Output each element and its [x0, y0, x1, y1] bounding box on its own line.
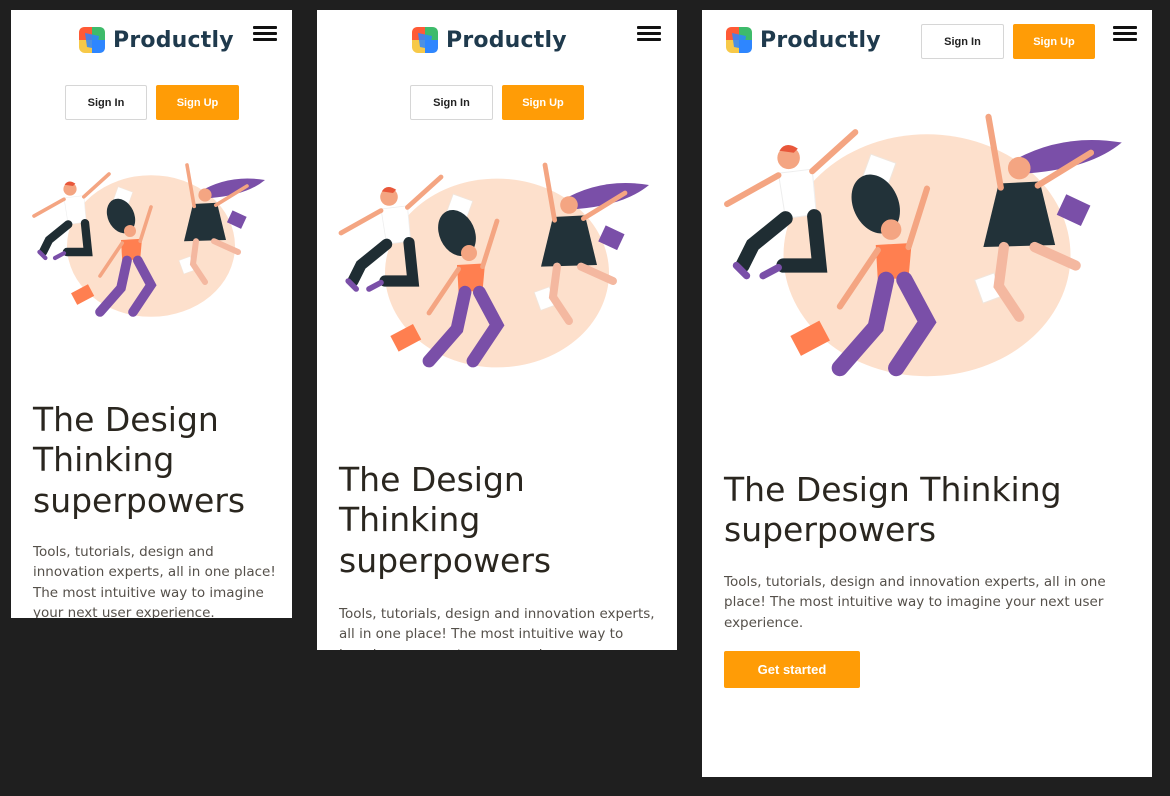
sign-up-button[interactable]: Sign Up	[1013, 24, 1095, 59]
sign-in-button[interactable]: Sign In	[65, 85, 147, 120]
brand-name: Productly	[113, 27, 234, 53]
hero-description: Tools, tutorials, design and innovation …	[339, 606, 655, 650]
brand-logo[interactable]: Productly	[412, 27, 567, 53]
mobile-frame-small: Productly Sign In Sign Up The Design Thi…	[11, 10, 292, 618]
sign-up-button[interactable]: Sign Up	[156, 85, 239, 120]
hero-title-line: Thinking	[339, 500, 481, 540]
hero-title-line: The Design Thinking	[724, 470, 1062, 509]
hero-description: Tools, tutorials, design and innovation …	[724, 574, 1106, 631]
hero-illustration	[31, 145, 271, 335]
brand-name: Productly	[446, 27, 567, 53]
hero-title-line: The Design	[339, 460, 525, 499]
hero-title: The Design Thinking superpowers	[33, 400, 245, 521]
hero-title-line: superpowers	[33, 480, 246, 520]
hero-title-line: superpowers	[339, 540, 552, 580]
hamburger-menu-icon[interactable]	[637, 26, 661, 42]
mobile-frame-large: Productly Sign In Sign Up The Design Thi…	[702, 10, 1152, 777]
logo-icon	[726, 27, 752, 53]
hamburger-menu-icon[interactable]	[253, 26, 277, 42]
brand-logo[interactable]: Productly	[79, 27, 234, 53]
logo-icon	[79, 27, 105, 53]
brand-name: Productly	[760, 27, 881, 53]
get-started-button[interactable]: Get started	[724, 651, 860, 688]
hero-illustration	[337, 145, 657, 385]
hero-title-line: Thinking	[33, 440, 175, 480]
hero-title-line: The Design	[33, 400, 219, 439]
sign-in-button[interactable]: Sign In	[921, 24, 1004, 59]
hero-title: The Design Thinking superpowers	[724, 470, 1062, 551]
hero-title: The Design Thinking superpowers	[339, 460, 551, 581]
hero-illustration	[722, 90, 1132, 400]
hamburger-menu-icon[interactable]	[1113, 26, 1137, 42]
hero-description: Tools, tutorials, design and innovation …	[33, 544, 276, 618]
mobile-frame-medium: Productly Sign In Sign Up The Design Thi…	[317, 10, 677, 650]
sign-in-button[interactable]: Sign In	[410, 85, 493, 120]
brand-logo[interactable]: Productly	[726, 27, 881, 53]
sign-up-button[interactable]: Sign Up	[502, 85, 584, 120]
hero-title-line: superpowers	[724, 510, 937, 550]
logo-icon	[412, 27, 438, 53]
